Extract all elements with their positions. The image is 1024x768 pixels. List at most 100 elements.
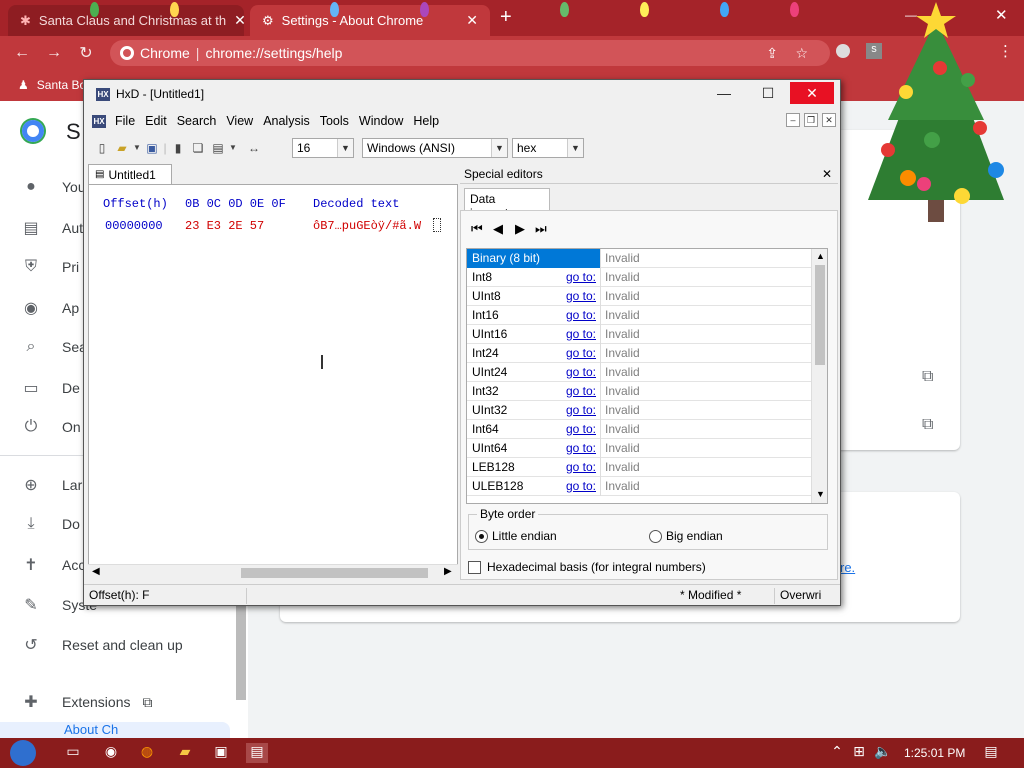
table-row[interactable]: Binary (8 bit) Invalid xyxy=(467,249,811,268)
chrome-taskbar-icon[interactable]: ◉ xyxy=(100,743,122,763)
sidebar-item-languages[interactable]: ⊕ Lar xyxy=(22,475,82,495)
chrome-tab-settings[interactable]: ⚙ Settings - About Chrome ✕ xyxy=(250,5,490,36)
dropdown-arrow-icon[interactable]: ▼ xyxy=(228,139,238,157)
menu-help[interactable]: Help xyxy=(408,114,444,128)
close-button[interactable]: ✕ xyxy=(790,82,834,104)
notifications-icon[interactable]: ▤ xyxy=(980,743,1002,763)
bookmark-santa[interactable]: Santa Bo xyxy=(37,78,86,92)
back-icon[interactable]: ← xyxy=(6,44,38,62)
chrome-tab-santa[interactable]: ✱ Santa Claus and Christmas at th ✕ xyxy=(8,5,244,36)
close-icon[interactable]: ✕ xyxy=(466,12,478,29)
close-icon[interactable]: ✕ xyxy=(234,12,244,29)
save-icon[interactable]: ▣ xyxy=(142,139,162,157)
goto-link[interactable]: go to: xyxy=(566,344,596,363)
table-row[interactable]: Int32 go to: Invalid xyxy=(467,381,811,401)
goto-link[interactable]: go to: xyxy=(566,477,596,496)
reload-icon[interactable]: ↻ xyxy=(70,43,102,63)
menu-search[interactable]: Search xyxy=(172,114,222,128)
address-bar[interactable]: Chrome | chrome://settings/help ⇪ ☆ xyxy=(110,40,830,66)
big-endian-radio[interactable]: Big endian xyxy=(649,529,723,543)
scroll-up-icon[interactable]: ▲ xyxy=(816,251,825,261)
sidebar-item-privacy[interactable]: ⛨ Pri xyxy=(22,258,79,276)
share-icon[interactable]: ⇪ xyxy=(766,45,778,62)
table-row[interactable]: LEB128 go to: Invalid xyxy=(467,457,811,477)
menu-tools[interactable]: Tools xyxy=(315,114,354,128)
external-link-icon[interactable]: ⧉ xyxy=(922,416,933,434)
sidebar-item-you[interactable]: ● You xyxy=(22,178,85,196)
menu-file[interactable]: File xyxy=(110,114,140,128)
table-row[interactable]: Int24 go to: Invalid xyxy=(467,343,811,363)
external-link-icon[interactable]: ⧉ xyxy=(922,368,933,386)
tab-untitled1[interactable]: ▤ Untitled1 xyxy=(88,164,172,184)
goto-link[interactable]: go to: xyxy=(566,325,596,344)
goto-link[interactable]: go to: xyxy=(566,458,596,477)
table-row[interactable]: Int64 go to: Invalid xyxy=(467,419,811,439)
table-row[interactable]: UInt8 go to: Invalid xyxy=(467,286,811,306)
sidebar-item-appearance[interactable]: ◉ Ap xyxy=(22,298,79,318)
next-icon[interactable]: ▶ xyxy=(515,221,525,237)
goto-link[interactable]: go to: xyxy=(566,363,596,382)
open-folder-icon[interactable]: ▰ xyxy=(112,139,132,157)
status-mode[interactable]: Overwri xyxy=(780,588,821,602)
clock[interactable]: 1:25:01 PM xyxy=(904,746,965,760)
forward-icon[interactable]: → xyxy=(38,44,70,62)
row-decoded[interactable]: ôB7…puGEòÿ/#ã.W xyxy=(313,219,421,233)
file-explorer-icon[interactable]: ▰ xyxy=(174,743,196,763)
goto-link[interactable]: go to: xyxy=(566,306,596,325)
hex-basis-checkbox[interactable]: Hexadecimal basis (for integral numbers) xyxy=(468,560,706,574)
menu-window[interactable]: Window xyxy=(354,114,408,128)
firefox-taskbar-icon[interactable]: ◍ xyxy=(136,743,158,763)
scroll-right-icon[interactable]: ▶ xyxy=(444,566,452,577)
table-row[interactable]: UInt24 go to: Invalid xyxy=(467,362,811,382)
chevron-up-icon[interactable]: ⌃ xyxy=(826,743,848,763)
goto-link[interactable]: go to: xyxy=(566,382,596,401)
cut-icon[interactable]: ▮ xyxy=(168,139,188,157)
sidebar-item-search[interactable]: ⌕ Sea xyxy=(22,338,87,356)
first-icon[interactable]: ⏮ xyxy=(471,221,483,237)
start-button[interactable] xyxy=(10,740,36,766)
sidebar-scrollbar[interactable] xyxy=(236,600,246,700)
network-icon[interactable]: ⊞ xyxy=(848,743,870,763)
goto-link[interactable]: go to: xyxy=(566,268,596,287)
goto-link[interactable]: go to: xyxy=(566,420,596,439)
menu-analysis[interactable]: Analysis xyxy=(258,114,315,128)
menu-edit[interactable]: Edit xyxy=(140,114,172,128)
menu-view[interactable]: View xyxy=(221,114,258,128)
close-icon[interactable]: ✕ xyxy=(822,167,832,181)
last-icon[interactable]: ⏭ xyxy=(535,221,547,237)
sidebar-item-on-startup[interactable]: ⏻ On xyxy=(22,418,81,436)
table-row[interactable]: UInt64 go to: Invalid xyxy=(467,438,811,458)
prev-icon[interactable]: ◀ xyxy=(493,221,503,237)
star-icon[interactable]: ☆ xyxy=(795,45,808,62)
charset-select[interactable]: Windows (ANSI) ▼ xyxy=(362,138,508,158)
app-taskbar-icon[interactable]: ▣ xyxy=(210,743,232,763)
hex-editor-pane[interactable]: Offset(h) 0B 0C 0D 0E 0F Decoded text 00… xyxy=(88,184,458,580)
scroll-thumb[interactable] xyxy=(815,265,825,365)
sidebar-item-about[interactable]: About Ch xyxy=(0,722,230,738)
scroll-thumb[interactable] xyxy=(241,568,428,578)
sidebar-item-default-browser[interactable]: ▭ De xyxy=(22,378,79,398)
license-link[interactable]: re. xyxy=(840,560,855,575)
vertical-scrollbar[interactable]: ▲ ▼ xyxy=(811,249,827,503)
hxd-taskbar-icon[interactable]: ▤ xyxy=(246,743,268,763)
little-endian-radio[interactable]: Little endian xyxy=(475,529,557,543)
bytes-per-row-select[interactable]: 16 ▼ xyxy=(292,138,354,158)
mdi-minimize-icon[interactable]: – xyxy=(786,113,800,127)
new-file-icon[interactable]: ▯ xyxy=(92,139,112,157)
new-tab-button[interactable]: + xyxy=(500,6,512,29)
dropdown-arrow-icon[interactable]: ▼ xyxy=(132,139,142,157)
task-view-icon[interactable]: ▭ xyxy=(62,743,84,763)
scroll-down-icon[interactable]: ▼ xyxy=(816,489,825,499)
minimize-button[interactable]: — xyxy=(702,82,746,104)
paste-icon[interactable]: ▤ xyxy=(208,139,228,157)
tab-data-inspector[interactable]: Data inspector xyxy=(464,188,550,220)
goto-link[interactable]: go to: xyxy=(566,287,596,306)
sidebar-item-autofill[interactable]: ▤ Aut xyxy=(22,218,83,238)
goto-link[interactable]: go to: xyxy=(566,401,596,420)
scroll-left-icon[interactable]: ◀ xyxy=(92,566,100,577)
mdi-restore-icon[interactable]: ❐ xyxy=(804,113,818,127)
horizontal-scrollbar[interactable]: ◀ ▶ xyxy=(88,564,458,580)
volume-icon[interactable]: 🔈 xyxy=(872,743,894,763)
table-row[interactable]: ULEB128 go to: Invalid xyxy=(467,476,811,496)
row-bytes[interactable]: 23 E3 2E 57 xyxy=(185,219,264,233)
